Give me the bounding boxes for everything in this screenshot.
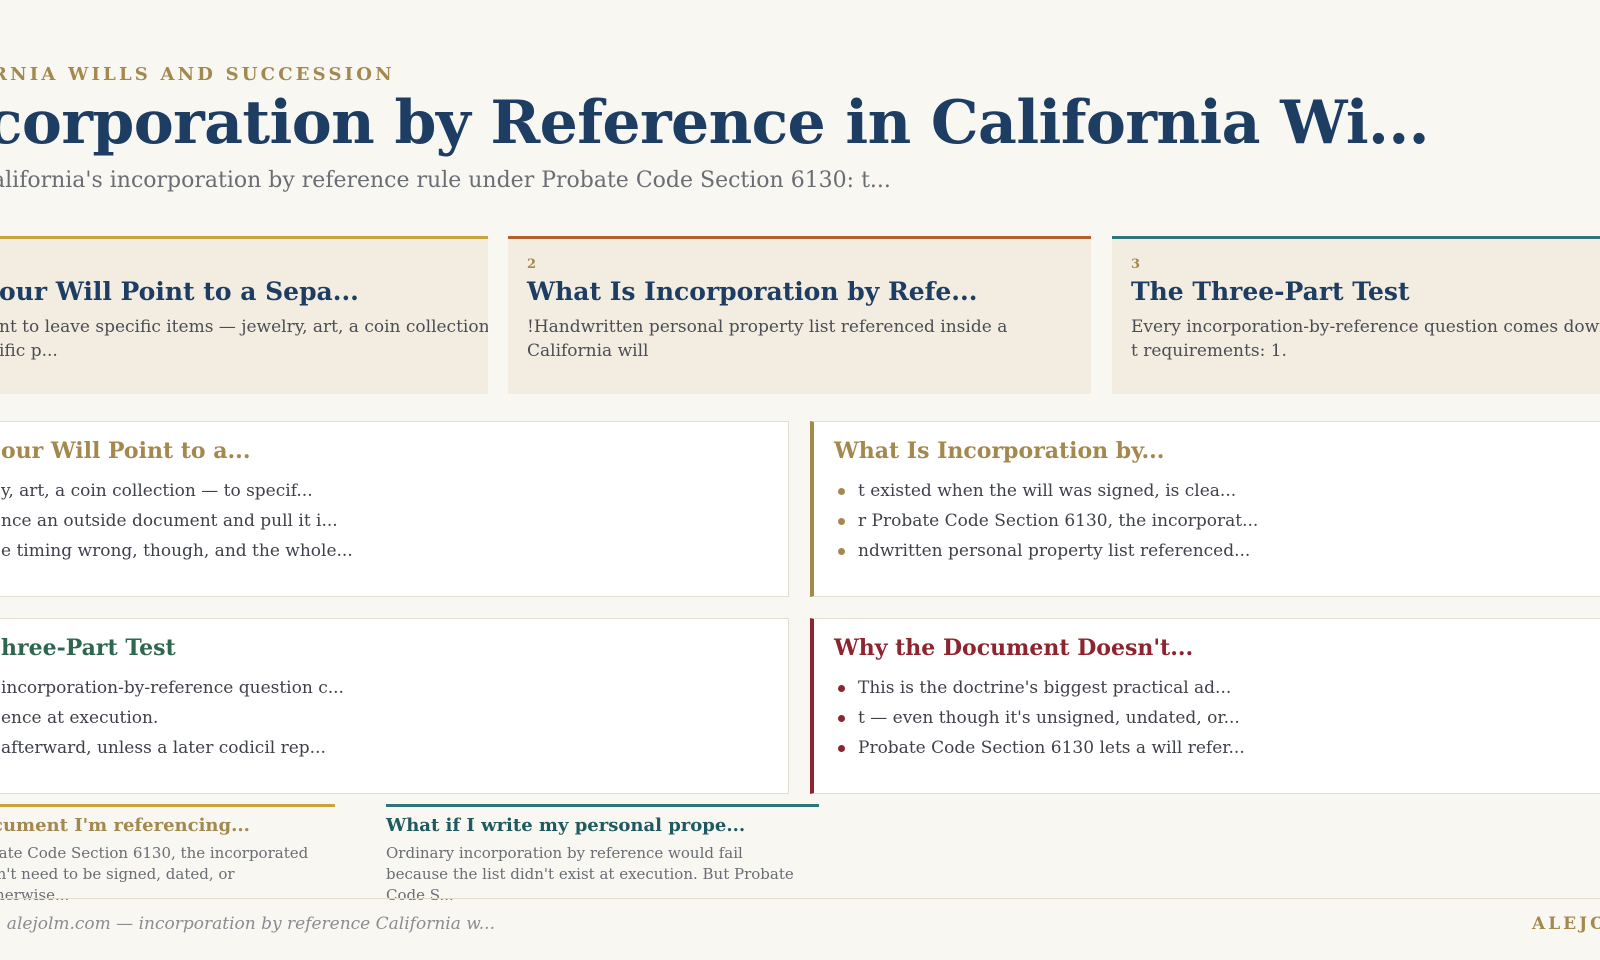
list-item: y, art, a coin collection — to specif... — [1, 481, 313, 501]
panel-title: hree-Part Test — [1, 635, 176, 661]
footer-divider — [0, 898, 1600, 899]
panel-list: y, art, a coin collection — to specif...… — [1, 476, 353, 566]
faq-question: ocument I'm referencing... — [0, 815, 250, 836]
section-card-title: What Is Incorporation by Refe... — [527, 277, 978, 306]
section-card-text: nt to leave specific items — jewelry, ar… — [0, 317, 488, 361]
footer-brand: ALEJO — [1532, 914, 1600, 934]
section-card-text: Every incorporation-by-reference questio… — [1131, 317, 1600, 361]
list-item: ence at execution. — [1, 708, 159, 728]
summary-panel-2: What Is Incorporation by... t existed wh… — [810, 421, 1600, 597]
panel-title: Why the Document Doesn't... — [834, 635, 1194, 661]
summary-panel-4: Why the Document Doesn't... This is the … — [810, 618, 1600, 794]
page-subtitle: alifornia's incorporation by reference r… — [0, 168, 891, 193]
panel-title: our Will Point to a... — [1, 438, 251, 464]
footer-credit: · alejolm.com — incorporation by referen… — [0, 914, 495, 934]
section-card-title: our Will Point to a Sepa... — [0, 277, 359, 306]
section-card-number: 3 — [1131, 257, 1141, 272]
eyebrow: RNIA WILLS AND SUCCESSION — [0, 64, 395, 85]
list-item: This is the doctrine's biggest practical… — [834, 673, 1245, 703]
list-item: afterward, unless a later codicil rep... — [1, 738, 326, 758]
section-card-title: The Three-Part Test — [1131, 277, 1410, 306]
summary-panel-1: our Will Point to a... y, art, a coin co… — [0, 421, 789, 597]
list-item: t — even though it's unsigned, undated, … — [834, 703, 1245, 733]
list-item: nce an outside document and pull it i... — [1, 511, 338, 531]
list-item: ndwritten personal property list referen… — [834, 536, 1258, 566]
faq-question: What if I write my personal prope... — [386, 815, 746, 836]
faq-item-2[interactable]: What if I write my personal prope... Ord… — [386, 804, 819, 904]
panel-list: incorporation-by-reference question c...… — [1, 673, 344, 763]
section-card-3[interactable]: 3 The Three-Part Test Every incorporatio… — [1112, 236, 1600, 394]
list-item: incorporation-by-reference question c... — [1, 678, 344, 698]
section-card-text: !Handwritten personal property list refe… — [527, 317, 1008, 361]
panel-list: This is the doctrine's biggest practical… — [834, 673, 1245, 763]
section-card-2[interactable]: 2 What Is Incorporation by Refe... !Hand… — [508, 236, 1091, 394]
section-card-1[interactable]: our Will Point to a Sepa... nt to leave … — [0, 236, 488, 394]
summary-panel-3: hree-Part Test incorporation-by-referenc… — [0, 618, 789, 794]
section-card-number: 2 — [527, 257, 537, 272]
page-title: corporation by Reference in California W… — [0, 88, 1430, 158]
panel-title: What Is Incorporation by... — [834, 438, 1165, 464]
list-item: e timing wrong, though, and the whole... — [1, 541, 353, 561]
list-item: r Probate Code Section 6130, the incorpo… — [834, 506, 1258, 536]
list-item: t existed when the will was signed, is c… — [834, 476, 1258, 506]
panel-list: t existed when the will was signed, is c… — [834, 476, 1258, 566]
list-item: Probate Code Section 6130 lets a will re… — [834, 733, 1245, 763]
faq-answer: obate Code Section 6130, the incorporate… — [0, 844, 309, 904]
faq-answer: Ordinary incorporation by reference woul… — [386, 844, 794, 904]
faq-item-1[interactable]: ocument I'm referencing... obate Code Se… — [0, 804, 335, 904]
